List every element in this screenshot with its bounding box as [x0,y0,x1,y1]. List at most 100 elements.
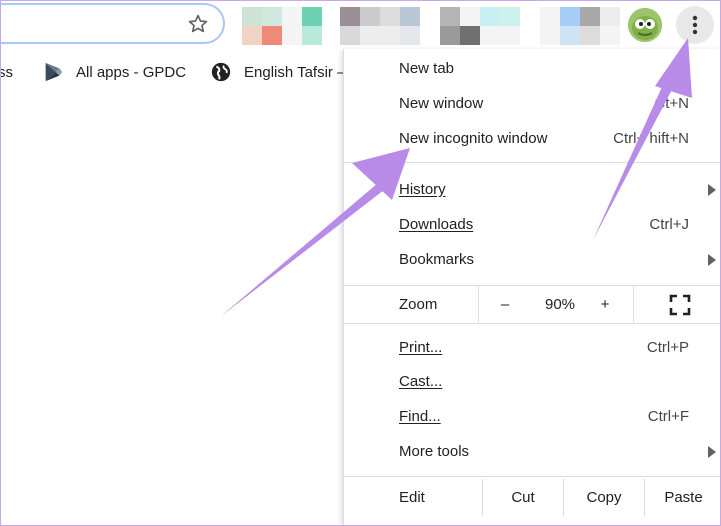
copy-label: Copy [586,489,622,506]
menu-item-label: Cast... [399,373,443,390]
menu-item-more-tools[interactable]: More tools [344,434,721,469]
extension-pixel [380,7,400,26]
menu-item-label: Downloads [399,216,474,233]
extension-icon-5[interactable] [440,7,480,45]
menu-item-label: More tools [399,443,470,460]
zoom-divider [633,286,634,323]
copy-button[interactable]: Copy [564,479,644,516]
zoom-divider [478,286,479,323]
chrome-main-menu: New tab C New window Ct+N New incognito … [343,49,721,526]
extension-icon-6[interactable] [480,7,520,45]
extension-pixel [460,26,480,45]
fullscreen-button[interactable] [660,286,700,323]
paste-label: Paste [664,489,703,506]
menu-item-downloads[interactable]: Downloads Ctrl+J [344,207,721,242]
menu-item-print[interactable]: Print... Ctrl+P [344,330,721,365]
profile-avatar[interactable] [628,8,662,42]
fullscreen-icon [669,294,691,315]
menu-shortcut: C [678,60,689,77]
extension-pixel [440,26,460,45]
menu-item-find[interactable]: Find... Ctrl+F [344,399,721,434]
menu-item-cast[interactable]: Cast... [344,364,721,399]
avatar-image [628,8,662,42]
extension-pixel [600,26,620,45]
extension-pixel [480,26,500,45]
extension-pixel [360,26,380,45]
menu-zoom-row: Zoom – 90% + [344,286,721,323]
menu-item-new-window[interactable]: New window Ct+N [344,86,721,121]
extension-pixel [540,26,560,45]
extension-pixel [580,7,600,26]
extension-icon-1[interactable] [242,7,282,45]
three-dots-vertical-icon [692,15,698,35]
extension-pixel [262,26,282,45]
menu-edit-row: Edit Cut Copy Paste [344,479,721,516]
zoom-level: 90% [534,286,586,323]
menu-item-new-incognito-window[interactable]: New incognito window Ctrl+ hift+N [344,121,721,156]
globe-icon [211,62,231,82]
extension-pixel [360,7,380,26]
extension-pixel [380,26,400,45]
menu-item-history[interactable]: History [344,172,721,207]
extension-pixel [282,26,302,45]
bookmark-star-icon[interactable] [187,13,209,35]
extension-pixel [400,7,420,26]
zoom-level-value: 90% [544,296,576,313]
menu-item-label: Bookmarks [399,251,475,268]
menu-item-label: New incognito window [399,130,548,147]
zoom-label: Zoom [399,296,438,313]
extension-pixel [400,26,420,45]
address-bar[interactable] [0,3,225,44]
cut-button[interactable]: Cut [483,479,563,516]
menu-shortcut: Ctrl+ hift+N [613,130,689,147]
paste-button[interactable]: Paste [645,479,721,516]
menu-shortcut: Ctrl+J [649,216,689,233]
menu-item-label-text: New tab [399,60,455,77]
extension-pixel [560,7,580,26]
menu-separator [344,476,721,477]
menu-item-label: New tab [399,60,454,77]
extension-pixel [540,7,560,26]
extension-pixel [340,7,360,26]
zoom-out-label: – [500,296,510,313]
extension-icon-4[interactable] [380,7,420,45]
extension-pixel [302,26,322,45]
bookmark-label: All apps - GPDC [76,63,187,81]
menu-item-new-tab[interactable]: New tab C [344,51,721,86]
menu-separator [344,162,721,163]
extension-pixel [282,7,302,26]
extension-icon-3[interactable] [340,7,380,45]
bookmark-item-english-tafsir[interactable]: English Tafsir – [210,60,345,84]
extension-pixel [242,7,262,26]
bookmark-item-all-apps[interactable]: All apps - GPDC [42,60,186,84]
menu-item-label: Find... [399,408,441,425]
bookmark-label: ss [0,63,13,81]
submenu-arrow-icon [708,253,716,266]
chrome-menu-button[interactable] [676,6,714,44]
extension-pixel [480,7,500,26]
extension-pixel [500,7,520,26]
extension-pixel [302,7,322,26]
play-store-icon [45,62,63,82]
extension-pixel [580,26,600,45]
extension-pixel [500,26,520,45]
menu-shortcut: Ctrl+F [647,408,689,425]
menu-item-bookmarks[interactable]: Bookmarks [344,242,721,277]
browser-toolbar [0,0,721,52]
menu-separator [344,323,721,324]
extension-icon-2[interactable] [282,7,322,45]
submenu-arrow-icon [708,445,716,458]
extension-pixel [600,7,620,26]
zoom-in-label: + [600,296,610,313]
bookmark-item-partial[interactable]: ss [0,60,13,84]
extension-pixel [340,26,360,45]
extension-icon-7[interactable] [540,7,580,45]
extension-pixel [460,7,480,26]
zoom-in-button[interactable]: + [590,286,620,323]
extension-icon-8[interactable] [580,7,620,45]
bookmark-label: English Tafsir – [244,63,346,81]
edit-label: Edit [399,489,425,506]
menu-item-label: Print... [399,339,443,356]
zoom-out-button[interactable]: – [490,286,520,323]
extension-pixel [262,7,282,26]
